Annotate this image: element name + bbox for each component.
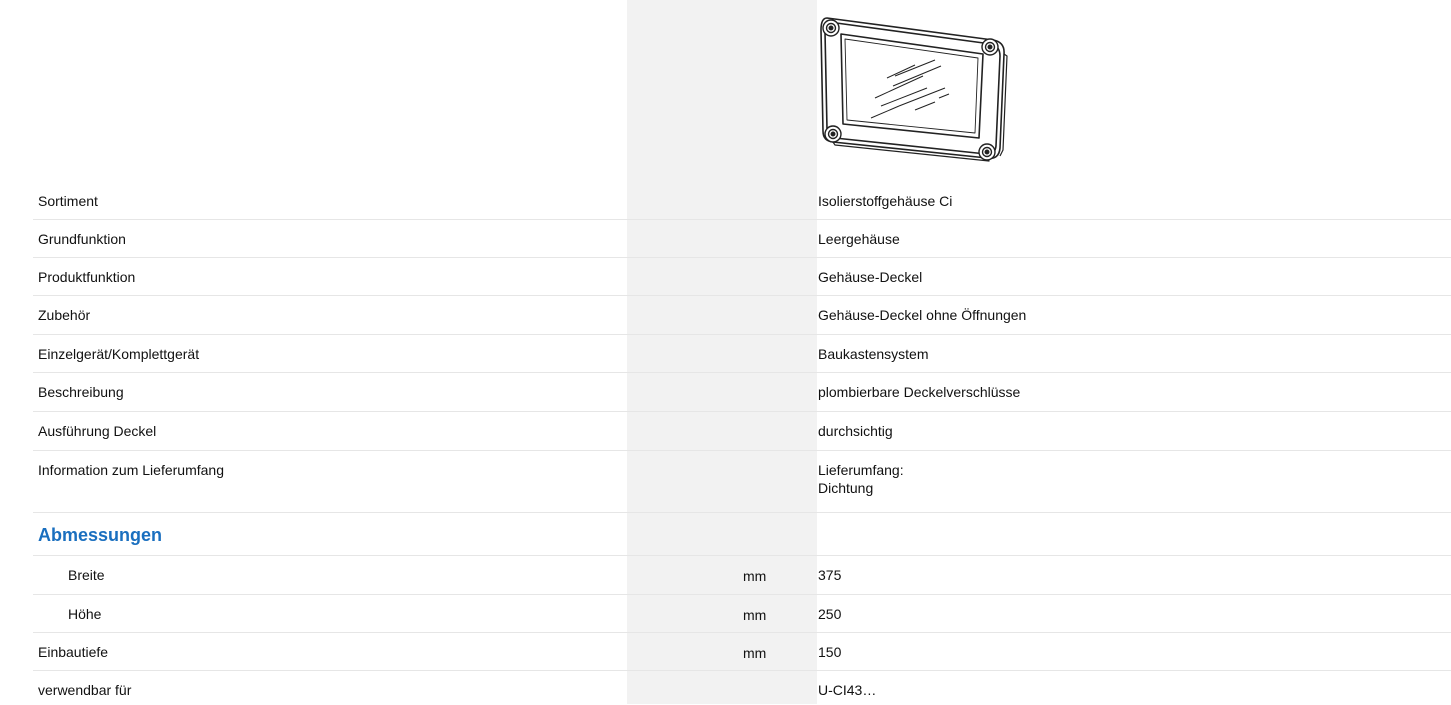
table-row: Information zum Lieferumfang Lieferumfan… xyxy=(33,450,1451,513)
row-label: Ausführung Deckel xyxy=(38,423,157,439)
row-value: Leergehäuse xyxy=(818,231,900,247)
row-value: 250 xyxy=(818,606,842,622)
enclosure-cover-icon xyxy=(820,17,1008,162)
row-value: Gehäuse-Deckel ohne Öffnungen xyxy=(818,307,1027,323)
row-value: Dichtung xyxy=(818,480,874,496)
table-row: Ausführung Deckel durchsichtig xyxy=(33,411,1451,451)
table-row: Zubehör Gehäuse-Deckel ohne Öffnungen xyxy=(33,295,1451,335)
table-row: Einzelgerät/Komplettgerät Baukastensyste… xyxy=(33,334,1451,373)
table-row: Beschreibung plombierbare Deckelverschlü… xyxy=(33,372,1451,412)
table-row: Höhe mm 250 xyxy=(33,594,1451,633)
row-label: verwendbar für xyxy=(38,682,132,698)
row-unit: mm xyxy=(743,645,767,661)
row-label: Höhe xyxy=(68,606,102,622)
table-row: verwendbar für U-CI43… xyxy=(33,670,1451,705)
row-label: Information zum Lieferumfang xyxy=(38,462,224,478)
table-row: Breite mm 375 xyxy=(33,555,1451,595)
row-value: 150 xyxy=(818,644,842,660)
row-value: Lieferumfang: xyxy=(818,462,904,478)
row-value: Baukastensystem xyxy=(818,346,929,362)
table-row: Produktfunktion Gehäuse-Deckel xyxy=(33,257,1451,296)
row-label: Grundfunktion xyxy=(38,231,126,247)
row-label: Zubehör xyxy=(38,307,91,323)
row-value: durchsichtig xyxy=(818,423,893,439)
row-label: Einzelgerät/Komplettgerät xyxy=(38,346,200,362)
row-value: Gehäuse-Deckel xyxy=(818,269,923,285)
section-header: Abmessungen xyxy=(33,512,1451,556)
row-label: Beschreibung xyxy=(38,384,124,400)
product-image xyxy=(815,10,1020,172)
row-value: 375 xyxy=(818,567,842,583)
table-row: Grundfunktion Leergehäuse xyxy=(33,219,1451,258)
row-label: Sortiment xyxy=(38,193,98,209)
table-row: Sortiment Isolierstoffgehäuse Ci xyxy=(33,182,1451,219)
row-value: plombierbare Deckelverschlüsse xyxy=(818,384,1021,400)
section-title: Abmessungen xyxy=(38,525,163,545)
table-row: Einbautiefe mm 150 xyxy=(33,632,1451,671)
row-label: Breite xyxy=(68,567,105,583)
row-unit: mm xyxy=(743,568,767,584)
row-label: Produktfunktion xyxy=(38,269,136,285)
row-label: Einbautiefe xyxy=(38,644,109,660)
product-datasheet: Sortiment Isolierstoffgehäuse Ci Grundfu… xyxy=(0,0,1451,704)
row-value: Isolierstoffgehäuse Ci xyxy=(818,193,953,209)
row-value: U-CI43… xyxy=(818,682,877,698)
row-unit: mm xyxy=(743,607,767,623)
